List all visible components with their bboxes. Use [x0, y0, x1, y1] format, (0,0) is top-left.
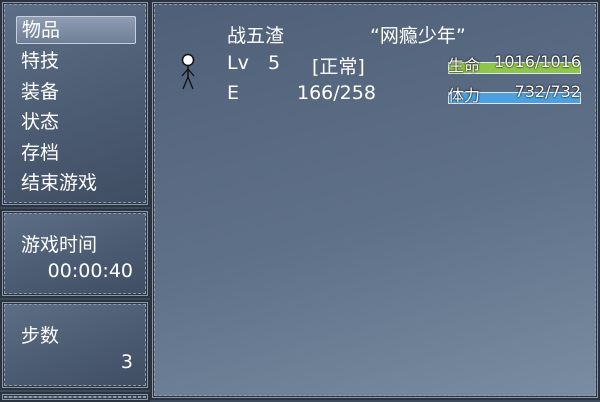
party-status-window: 战五渣 “网瘾少年” Lv 5 [正常] E 166/258 生命 1016/1… — [150, 0, 600, 400]
sp-value: 732/732 — [514, 82, 581, 101]
menu-item-items[interactable]: 物品 — [16, 16, 136, 44]
menu-item-end-game[interactable]: 结束游戏 — [16, 169, 136, 197]
character-name: 战五渣 — [227, 25, 285, 47]
menu-item-save[interactable]: 存档 — [16, 139, 136, 167]
menu-item-equip[interactable]: 装备 — [16, 78, 136, 106]
playtime-window: 游戏时间 00:00:40 — [0, 209, 150, 298]
menu-item-status[interactable]: 状态 — [16, 108, 136, 136]
hp-value: 1016/1016 — [494, 52, 581, 71]
exp-value: 166/258 — [297, 82, 376, 104]
playtime-label: 游戏时间 — [21, 234, 98, 256]
level-label: Lv — [227, 52, 249, 74]
steps-window: 步数 3 — [0, 300, 150, 390]
exp-label: E — [227, 82, 240, 104]
level-value: 5 — [268, 52, 281, 74]
menu-item-skills[interactable]: 特技 — [16, 47, 136, 75]
playtime-value: 00:00:40 — [47, 260, 133, 282]
window-frame-edge — [0, 392, 150, 402]
command-menu-window: 物品 特技 装备 状态 存档 结束游戏 — [0, 0, 150, 207]
character-title: “网瘾少年” — [370, 25, 466, 47]
steps-label: 步数 — [21, 325, 60, 347]
steps-value: 3 — [120, 351, 133, 373]
status-condition: [正常] — [312, 56, 365, 78]
character-sprite-icon[interactable] — [178, 52, 198, 92]
